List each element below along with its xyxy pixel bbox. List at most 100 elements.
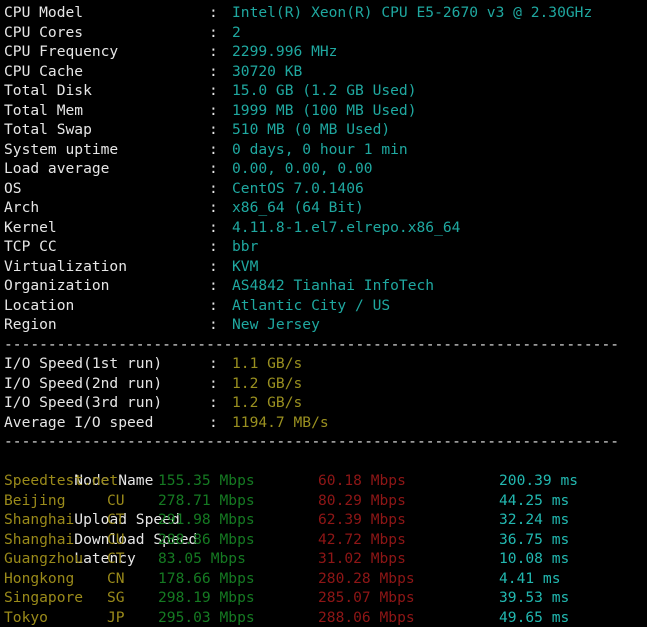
terminal-window[interactable]: CPU Model:Intel(R) Xeon(R) CPU E5-2670 v… bbox=[0, 0, 647, 617]
colon-separator: : bbox=[209, 413, 232, 433]
cell-country-code: CT bbox=[107, 549, 158, 569]
io-info-value: 1194.7 MB/s bbox=[232, 413, 329, 433]
system-info-label: Organization bbox=[4, 276, 209, 296]
separator-bottom: ----------------------------------------… bbox=[4, 432, 647, 452]
system-info-row: Total Disk:15.0 GB (1.2 GB Used) bbox=[4, 81, 647, 101]
cell-upload-speed: 291.98 Mbps bbox=[158, 510, 318, 530]
system-info-value: 1999 MB (100 MB Used) bbox=[232, 101, 417, 121]
cell-node-name: Hongkong bbox=[4, 569, 107, 589]
system-info-row: Organization:AS4842 Tianhai InfoTech bbox=[4, 276, 647, 296]
cell-download-speed: 288.06 Mbps bbox=[318, 608, 499, 627]
system-info-label: Location bbox=[4, 296, 209, 316]
table-row: ShanghaiCU288.86 Mbps42.72 Mbps36.75 ms bbox=[4, 530, 647, 550]
system-info-value: 2 bbox=[232, 23, 241, 43]
colon-separator: : bbox=[209, 101, 232, 121]
colon-separator: : bbox=[209, 374, 232, 394]
cell-country-code: CT bbox=[107, 510, 158, 530]
system-info-label: TCP CC bbox=[4, 237, 209, 257]
cell-country-code: SG bbox=[107, 588, 158, 608]
system-info-value: 15.0 GB (1.2 GB Used) bbox=[232, 81, 417, 101]
table-row: TokyoJP295.03 Mbps288.06 Mbps49.65 ms bbox=[4, 608, 647, 627]
system-info-row: Kernel:4.11.8-1.el7.elrepo.x86_64 bbox=[4, 218, 647, 238]
colon-separator: : bbox=[209, 257, 232, 277]
system-info-row: CPU Frequency:2299.996 MHz bbox=[4, 42, 647, 62]
system-info-value: 0 days, 0 hour 1 min bbox=[232, 140, 408, 160]
cell-upload-speed: 83.05 Mbps bbox=[158, 549, 318, 569]
colon-separator: : bbox=[209, 354, 232, 374]
cell-node-name: Shanghai bbox=[4, 530, 107, 550]
system-info-value: 510 MB (0 MB Used) bbox=[232, 120, 390, 140]
io-info-value: 1.2 GB/s bbox=[232, 374, 302, 394]
cell-download-speed: 280.28 Mbps bbox=[318, 569, 499, 589]
system-info-row: Total Mem:1999 MB (100 MB Used) bbox=[4, 101, 647, 121]
cell-country-code: CU bbox=[107, 491, 158, 511]
system-info-block: CPU Model:Intel(R) Xeon(R) CPU E5-2670 v… bbox=[4, 3, 647, 335]
cell-latency: 49.65 ms bbox=[499, 608, 569, 627]
cell-latency: 200.39 ms bbox=[499, 471, 578, 491]
cell-node-name: Tokyo bbox=[4, 608, 107, 627]
system-info-value: 2299.996 MHz bbox=[232, 42, 337, 62]
colon-separator: : bbox=[209, 296, 232, 316]
system-info-row: System uptime:0 days, 0 hour 1 min bbox=[4, 140, 647, 160]
colon-separator: : bbox=[209, 179, 232, 199]
colon-separator: : bbox=[209, 315, 232, 335]
cell-download-speed: 31.02 Mbps bbox=[318, 549, 499, 569]
cell-node-name: Shanghai bbox=[4, 510, 107, 530]
cell-download-speed: 285.07 Mbps bbox=[318, 588, 499, 608]
cell-latency: 36.75 ms bbox=[499, 530, 569, 550]
colon-separator: : bbox=[209, 237, 232, 257]
system-info-label: CPU Cores bbox=[4, 23, 209, 43]
system-info-row: Total Swap:510 MB (0 MB Used) bbox=[4, 120, 647, 140]
io-info-row: Average I/O speed:1194.7 MB/s bbox=[4, 413, 647, 433]
io-info-row: I/O Speed(2nd run):1.2 GB/s bbox=[4, 374, 647, 394]
cell-latency: 39.53 ms bbox=[499, 588, 569, 608]
cell-upload-speed: 278.71 Mbps bbox=[158, 491, 318, 511]
cell-node-name: Speedtest.net bbox=[4, 471, 107, 491]
cell-download-speed: 42.72 Mbps bbox=[318, 530, 499, 550]
system-info-label: OS bbox=[4, 179, 209, 199]
cell-upload-speed: 178.66 Mbps bbox=[158, 569, 318, 589]
system-info-label: Arch bbox=[4, 198, 209, 218]
table-row: GuangzhouCT83.05 Mbps31.02 Mbps10.08 ms bbox=[4, 549, 647, 569]
cell-download-speed: 62.39 Mbps bbox=[318, 510, 499, 530]
cell-node-name: Guangzhou bbox=[4, 549, 107, 569]
io-info-value: 1.1 GB/s bbox=[232, 354, 302, 374]
table-row: SingaporeSG298.19 Mbps285.07 Mbps39.53 m… bbox=[4, 588, 647, 608]
cell-country-code: JP bbox=[107, 608, 158, 627]
system-info-row: Region:New Jersey bbox=[4, 315, 647, 335]
table-row: BeijingCU278.71 Mbps80.29 Mbps44.25 ms bbox=[4, 491, 647, 511]
system-info-label: CPU Model bbox=[4, 3, 209, 23]
colon-separator: : bbox=[209, 23, 232, 43]
system-info-row: Load average:0.00, 0.00, 0.00 bbox=[4, 159, 647, 179]
io-info-row: I/O Speed(1st run):1.1 GB/s bbox=[4, 354, 647, 374]
cell-upload-speed: 155.35 Mbps bbox=[158, 471, 318, 491]
cell-download-speed: 80.29 Mbps bbox=[318, 491, 499, 511]
system-info-label: CPU Cache bbox=[4, 62, 209, 82]
system-info-row: CPU Cache:30720 KB bbox=[4, 62, 647, 82]
cell-upload-speed: 298.19 Mbps bbox=[158, 588, 318, 608]
system-info-label: Total Swap bbox=[4, 120, 209, 140]
separator-top: ----------------------------------------… bbox=[4, 335, 647, 355]
table-row: HongkongCN178.66 Mbps280.28 Mbps4.41 ms bbox=[4, 569, 647, 589]
io-info-label: I/O Speed(1st run) bbox=[4, 354, 209, 374]
cell-latency: 44.25 ms bbox=[499, 491, 569, 511]
system-info-row: Virtualization:KVM bbox=[4, 257, 647, 277]
colon-separator: : bbox=[209, 159, 232, 179]
system-info-value: New Jersey bbox=[232, 315, 320, 335]
system-info-value: 0.00, 0.00, 0.00 bbox=[232, 159, 373, 179]
system-info-value: KVM bbox=[232, 257, 258, 277]
cell-upload-speed: 295.03 Mbps bbox=[158, 608, 318, 627]
system-info-label: Total Disk bbox=[4, 81, 209, 101]
table-row: Speedtest.net155.35 Mbps60.18 Mbps200.39… bbox=[4, 471, 647, 491]
cell-country-code: CN bbox=[107, 569, 158, 589]
colon-separator: : bbox=[209, 42, 232, 62]
cell-latency: 32.24 ms bbox=[499, 510, 569, 530]
system-info-value: Atlantic City / US bbox=[232, 296, 390, 316]
table-row: ShanghaiCT291.98 Mbps62.39 Mbps32.24 ms bbox=[4, 510, 647, 530]
colon-separator: : bbox=[209, 81, 232, 101]
system-info-value: AS4842 Tianhai InfoTech bbox=[232, 276, 434, 296]
io-info-value: 1.2 GB/s bbox=[232, 393, 302, 413]
system-info-row: Location:Atlantic City / US bbox=[4, 296, 647, 316]
system-info-row: Arch:x86_64 (64 Bit) bbox=[4, 198, 647, 218]
system-info-label: CPU Frequency bbox=[4, 42, 209, 62]
